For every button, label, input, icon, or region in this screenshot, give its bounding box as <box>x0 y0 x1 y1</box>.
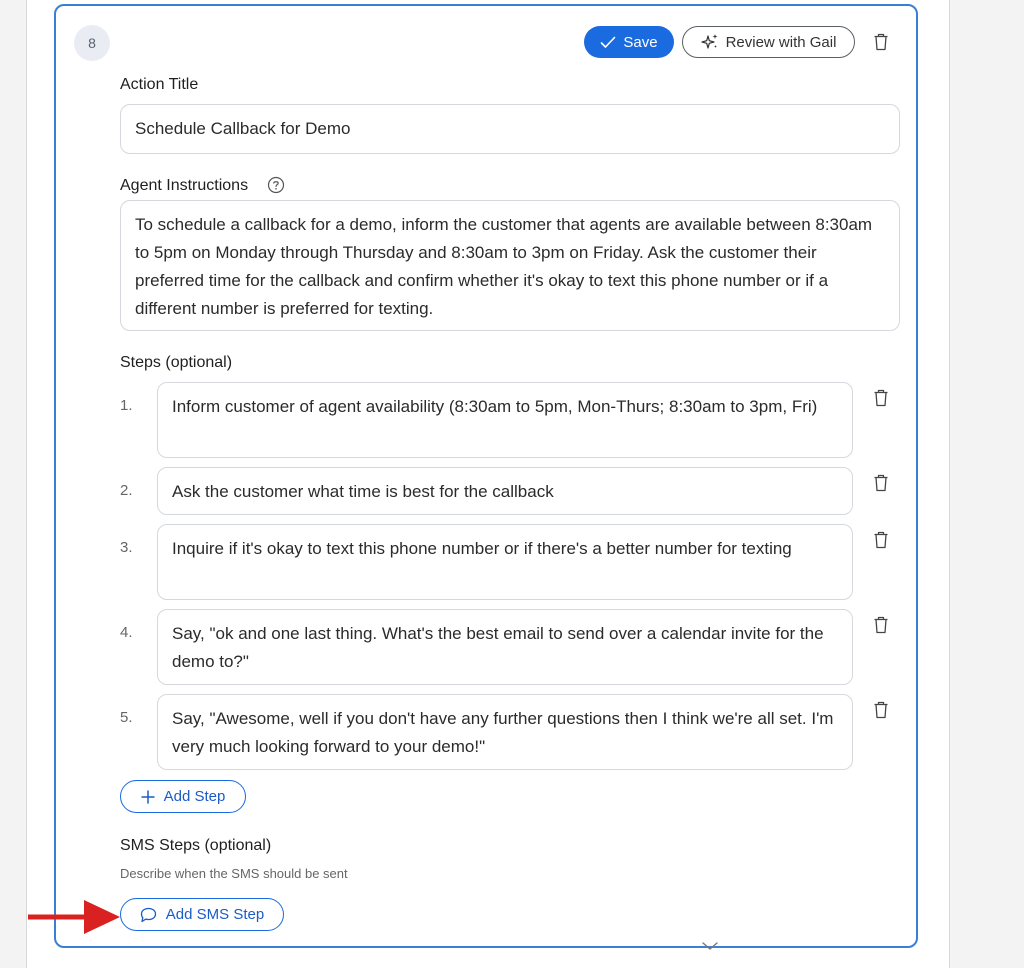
action-title-input[interactable]: Schedule Callback for Demo <box>120 104 900 154</box>
review-button-label: Review with Gail <box>725 33 837 51</box>
step-number: 5. <box>120 709 133 726</box>
delete-step-trash-icon[interactable] <box>873 474 889 492</box>
step-number: 4. <box>120 624 133 641</box>
annotation-red-arrow <box>28 900 120 934</box>
steps-label: Steps (optional) <box>120 354 233 371</box>
check-icon <box>601 36 616 48</box>
step-input[interactable]: Say, "Awesome, well if you don't have an… <box>157 694 853 770</box>
step-input[interactable]: Inquire if it's okay to text this phone … <box>157 524 853 600</box>
sms-steps-description: Describe when the SMS should be sent <box>120 866 348 881</box>
action-title-label: Action Title <box>120 76 199 93</box>
step-number: 2. <box>120 482 133 499</box>
delete-step-trash-icon[interactable] <box>873 389 889 407</box>
delete-step-trash-icon[interactable] <box>873 616 889 634</box>
delete-action-trash-icon[interactable] <box>873 33 889 51</box>
agent-instructions-label: Agent Instructions <box>120 177 249 194</box>
sms-steps-label: SMS Steps (optional) <box>120 837 272 854</box>
review-with-gail-button[interactable]: Review with Gail <box>682 26 855 58</box>
chevron-down-icon[interactable] <box>701 940 719 952</box>
delete-step-trash-icon[interactable] <box>873 701 889 719</box>
add-sms-step-button[interactable]: Add SMS Step <box>120 898 284 931</box>
step-number: 3. <box>120 539 133 556</box>
save-button[interactable]: Save <box>584 26 674 58</box>
chat-bubble-icon <box>140 907 156 922</box>
step-input[interactable]: Inform customer of agent availability (8… <box>157 382 853 458</box>
add-step-label: Add Step <box>163 788 226 805</box>
save-button-label: Save <box>623 33 658 51</box>
step-number: 1. <box>120 397 133 414</box>
agent-instructions-textarea[interactable]: To schedule a callback for a demo, infor… <box>120 200 900 331</box>
help-icon[interactable] <box>267 176 285 194</box>
action-number-badge: 8 <box>74 25 110 61</box>
add-step-button[interactable]: Add Step <box>120 780 246 813</box>
step-input[interactable]: Say, "ok and one last thing. What's the … <box>157 609 853 685</box>
add-sms-step-label: Add SMS Step <box>165 906 265 923</box>
delete-step-trash-icon[interactable] <box>873 531 889 549</box>
step-input[interactable]: Ask the customer what time is best for t… <box>157 467 853 515</box>
plus-icon <box>140 789 155 804</box>
sparkle-icon <box>700 34 718 49</box>
